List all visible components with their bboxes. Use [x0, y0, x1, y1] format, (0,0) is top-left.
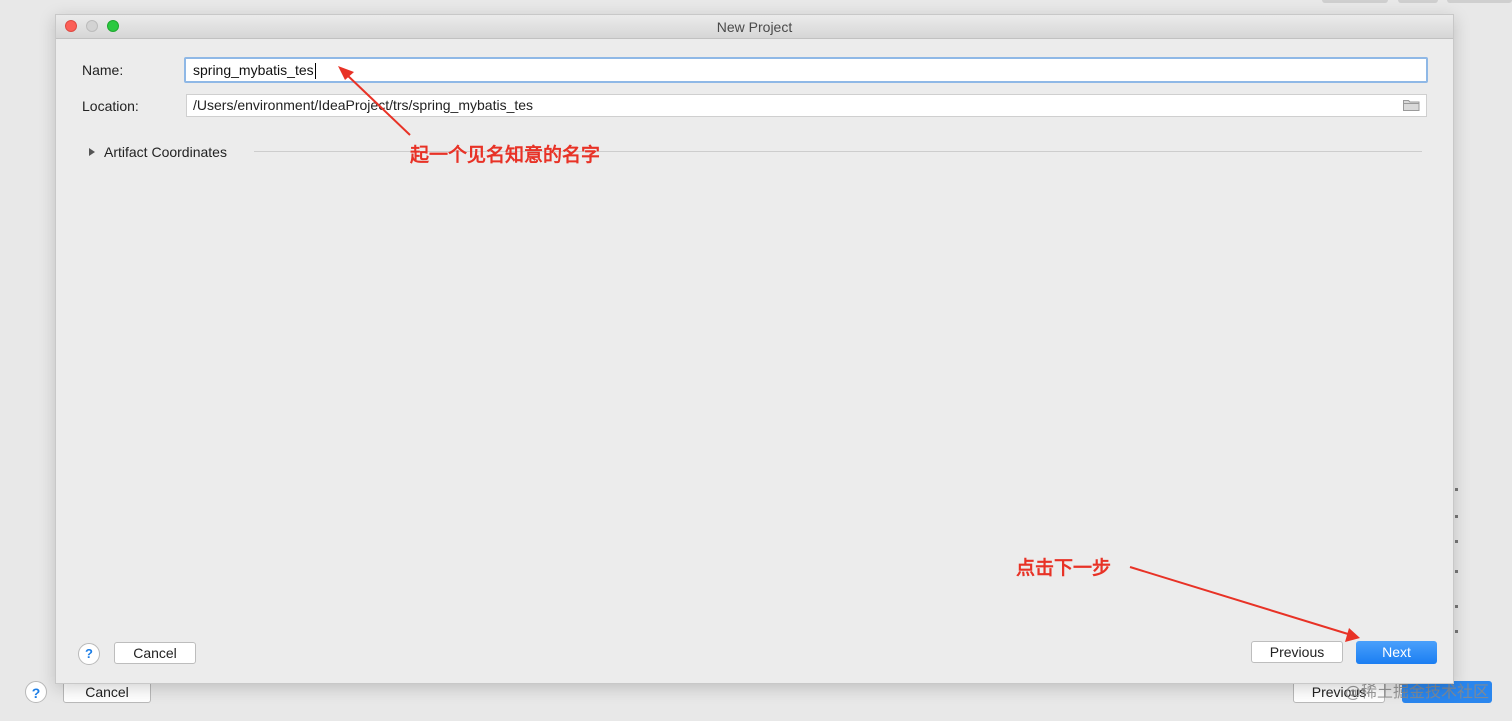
next-button[interactable]: Next — [1356, 641, 1437, 664]
project-name-value: spring_mybatis_tes — [193, 62, 314, 78]
name-hint-annotation: 起一个见名知意的名字 — [410, 144, 601, 166]
expand-triangle-icon — [89, 148, 95, 156]
cancel-button[interactable]: Cancel — [114, 642, 196, 664]
background-toolbar-button — [1447, 0, 1512, 3]
text-cursor — [314, 63, 316, 80]
background-toolbar-button — [1398, 0, 1438, 3]
next-hint-annotation: 点击下一步 — [1016, 557, 1112, 579]
title-bar: New Project — [56, 15, 1453, 39]
project-name-input[interactable]: spring_mybatis_tes — [184, 57, 1428, 83]
window-title: New Project — [716, 19, 793, 35]
background-edge-marks — [1455, 480, 1512, 680]
new-project-window: New Project Name: spring_mybatis_tes Loc… — [55, 14, 1454, 684]
folder-icon[interactable] — [1403, 99, 1420, 111]
background-toolbar-button — [1322, 0, 1388, 3]
location-label: Location: — [82, 98, 139, 114]
help-button[interactable]: ? — [78, 643, 100, 665]
name-label: Name: — [82, 62, 124, 78]
project-location-input[interactable]: /Users/environment/IdeaProject/trs/sprin… — [186, 94, 1427, 117]
background-help-button[interactable]: ? — [25, 681, 47, 703]
project-location-value: /Users/environment/IdeaProject/trs/sprin… — [193, 97, 534, 113]
artifact-coordinates-label: Artifact Coordinates — [104, 144, 227, 160]
previous-button[interactable]: Previous — [1251, 641, 1343, 663]
background-cancel-button[interactable]: Cancel — [63, 681, 151, 703]
artifact-coordinates-toggle[interactable]: Artifact Coordinates — [89, 144, 227, 160]
